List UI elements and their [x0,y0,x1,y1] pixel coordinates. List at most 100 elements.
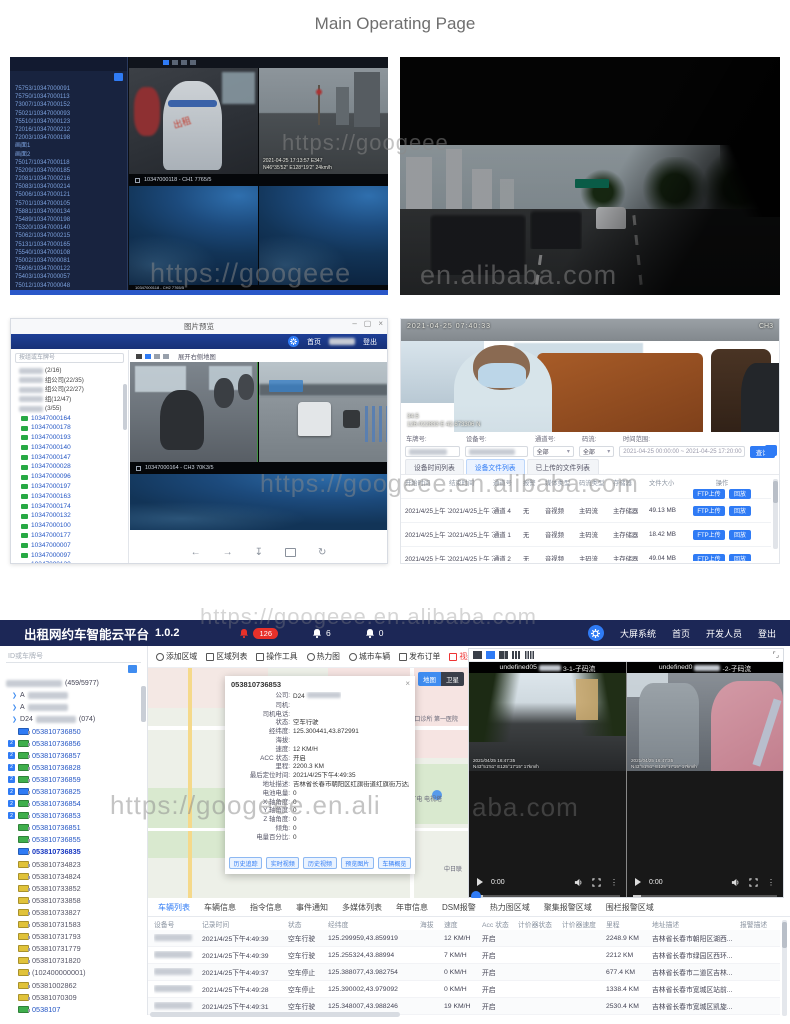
vehicle-list-item[interactable]: 05381070309 [0,991,147,1003]
alarm-bell[interactable]: 126 [239,628,278,639]
volume-icon[interactable] [731,878,740,887]
video-player[interactable]: undefined053-1-子码流 2021/04/25 16:47:35 N… [469,662,626,897]
vehicle-list-item[interactable]: 053810736855 [0,834,147,846]
time-range-input[interactable]: 2021-04-25 00:00:00 ~ 2021-04-25 17:20:0… [619,446,744,457]
vehicle-list-item[interactable]: 053810731793 [0,931,147,943]
tree-group[interactable]: ❮A [0,689,147,701]
device-list-item[interactable]: 10347000140 [11,443,128,453]
popup-action-button[interactable]: 车辆概览 [378,857,411,869]
table-row[interactable]: 2021/4/25下午4:49:37空车停止125.388077,43.9827… [148,964,780,981]
tree-expand-icon[interactable]: ❮ [12,692,17,699]
horizontal-scrollbar[interactable] [150,1012,400,1017]
device-list-item[interactable]: 10347000028 [11,462,128,472]
satellite-mode-button[interactable]: 卫星 [441,672,464,686]
tab-item[interactable]: 聚集报警区域 [544,902,592,913]
channel-list-item[interactable]: 画面1 [10,142,127,150]
tab-item[interactable]: 热力图区域 [490,902,530,913]
tree-node[interactable]: (2/16) [11,366,128,376]
toolbar-item[interactable]: 操作工具 [256,651,297,662]
fullscreen-icon[interactable] [749,878,758,887]
channel-list-item[interactable]: 75489/10347000198 [10,216,127,224]
maximize-icon[interactable]: ▢ [364,319,372,328]
camera-feed-cabin-large[interactable]: 2021-04-25 07:40:33 CH3 34.5 126.022833 … [401,319,779,432]
table-row[interactable]: 2021/4/25下午4:49:39空车行驶125.255324,43.8899… [148,947,780,964]
layout-icon[interactable] [190,60,196,65]
tree-settings-icon[interactable] [128,665,137,673]
vehicle-list-item[interactable]: 053810733858 [0,894,147,906]
channel-list-item[interactable]: 75002/10347000081 [10,257,127,265]
channel-list-item[interactable]: 75750/10347000113 [10,93,127,101]
tree-expand-icon[interactable]: ❮ [12,716,17,723]
ftp-upload-button[interactable]: FTP上传 [693,530,725,540]
layout-9-icon[interactable] [512,651,521,659]
device-list-item[interactable]: 10347000100 [11,521,128,531]
prev-icon[interactable]: ← [191,547,201,558]
gear-icon[interactable] [588,625,604,641]
vehicle-list-item[interactable]: 2053810736828 [0,761,147,773]
layout-1-icon[interactable] [473,651,482,659]
camera-feed-cabin[interactable]: 出租 [129,68,258,174]
play-icon[interactable] [635,878,641,886]
layout-icon[interactable] [136,354,142,359]
play-icon[interactable] [477,878,483,886]
layout-icon[interactable] [163,60,169,65]
tab-item[interactable]: DSM报警 [442,902,476,913]
toolbar-item[interactable]: 城市车辆 [349,651,390,662]
scrollbar[interactable] [141,686,146,722]
channel-list-item[interactable]: 画面2 [10,151,127,159]
toolbar-item[interactable]: 添加区域 [156,651,197,662]
channel-list-item[interactable]: 75701/10347000105 [10,200,127,208]
popup-action-button[interactable]: 预览图片 [341,857,374,869]
table-row[interactable]: FTP上传回放 [401,489,771,499]
search-input[interactable]: 按组或车牌号 [15,353,124,363]
tab-active[interactable]: 车辆列表 [158,902,190,913]
expand-icon[interactable]: ⌜⌟ [772,651,779,659]
vehicle-search-input[interactable]: ID或车牌号 [6,650,141,663]
camera-feed-road[interactable] [259,362,388,462]
vehicle-list-item[interactable]: 2053810736859 [0,773,147,785]
device-list-item[interactable]: 10347000164 [11,414,128,424]
channel-list-item[interactable]: 75510/10347000123 [10,118,127,126]
channel-list-item[interactable]: 75006/10347000121 [10,191,127,199]
map[interactable]: 科大学口诊所 第一医院吉林省广电 电视塔中日联 地图 卫星 0538107368… [148,668,468,898]
layout-4-icon[interactable] [486,651,495,659]
channel-list-item[interactable]: 75540/10347000108 [10,249,127,257]
tree-node[interactable]: (3/55) [11,404,128,414]
progress-bar[interactable] [475,895,620,897]
vehicle-list-item[interactable]: 2053810736856 [0,737,147,749]
pin-button[interactable] [765,445,777,456]
tab-item[interactable]: 多媒体列表 [342,902,382,913]
table-row[interactable]: 2021/4/25下午4:49:39空车行驶125.299959,43.8599… [148,930,780,947]
camera-feed-idle[interactable] [129,186,258,285]
popup-action-button[interactable]: 历史追踪 [229,857,262,869]
toolbar-item[interactable]: 热力图 [307,651,340,662]
tree-group[interactable]: ❮D24(074) [0,713,147,725]
tree-group[interactable]: ❮A [0,701,147,713]
close-icon[interactable]: × [378,319,383,328]
device-list-item[interactable]: 10347000163 [11,492,128,502]
vehicle-list-item[interactable]: 053810731779 [0,943,147,955]
nav-item[interactable]: 开发人员 [706,627,742,640]
channel-list-item[interactable]: 75320/10347000140 [10,224,127,232]
channel-list-item[interactable]: 75403/10347000057 [10,273,127,281]
plate-input[interactable] [405,446,460,457]
tree-expand-icon[interactable]: ❮ [12,704,17,711]
toolbar-item[interactable]: 区域列表 [206,651,247,662]
playback-button[interactable]: 回放 [729,554,751,562]
channel-filter-button[interactable] [114,73,123,81]
nav-logout[interactable]: 登出 [363,337,377,347]
more-icon[interactable]: ⋮ [767,878,775,887]
gear-icon[interactable] [288,336,299,347]
layout-icon[interactable] [181,60,187,65]
channel-list-item[interactable]: 75753/10347000091 [10,85,127,93]
scrollbar[interactable] [782,920,787,1016]
ftp-upload-button[interactable]: FTP上传 [693,506,725,516]
tab-item[interactable]: 年审信息 [396,902,428,913]
vehicle-list-item[interactable]: 0538107 [0,1003,147,1015]
ftp-upload-button[interactable]: FTP上传 [693,554,725,562]
channel-list-item[interactable]: 75131/10347000165 [10,241,127,249]
more-icon[interactable]: ⋮ [610,878,618,887]
vehicle-list-item[interactable]: 2053810736853 [0,810,147,822]
vehicle-list-item[interactable]: 2053810736854 [0,798,147,810]
minimize-icon[interactable]: – [352,319,356,328]
